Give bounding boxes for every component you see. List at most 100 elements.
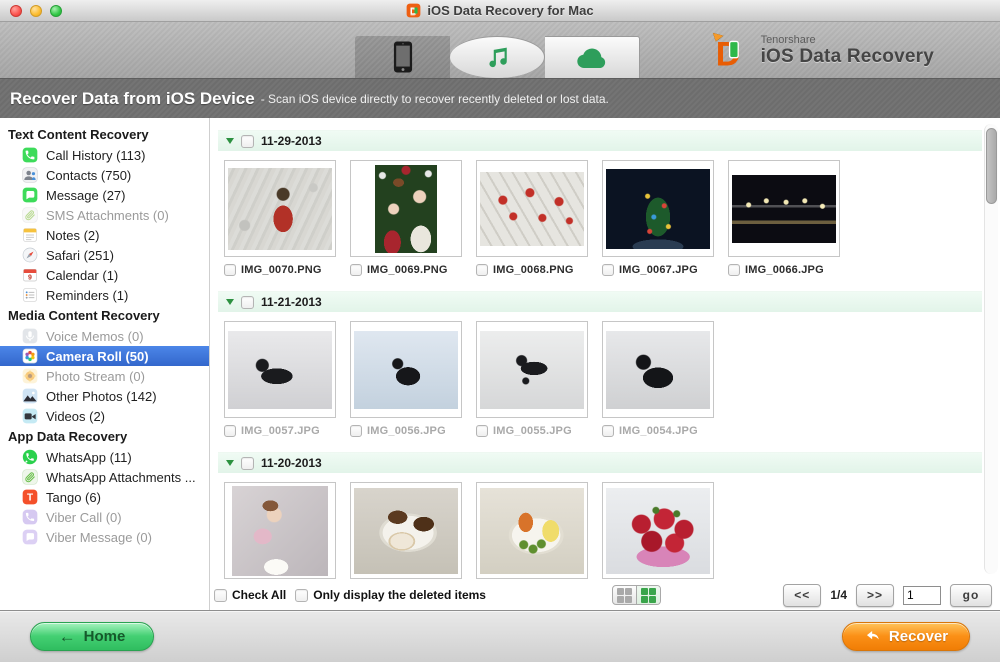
sidebar-section-title: Text Content Recovery xyxy=(0,124,209,145)
sidebar-item-label: Videos (2) xyxy=(46,409,105,424)
sidebar-item-viber-call[interactable]: Viber Call (0) xyxy=(0,507,209,527)
svg-text:T: T xyxy=(27,493,33,504)
iphone-icon xyxy=(393,40,413,74)
photo-christmas-tree-lights-night xyxy=(606,169,710,249)
sidebar-item-message[interactable]: Message (27) xyxy=(0,185,209,205)
sidebar-item-viber-message[interactable]: Viber Message (0) xyxy=(0,527,209,547)
grid-view-button[interactable] xyxy=(636,586,660,604)
sidebar-item-other-photos[interactable]: Other Photos (142) xyxy=(0,386,209,406)
photo-checkbox[interactable] xyxy=(476,264,488,276)
close-button[interactable] xyxy=(10,5,22,17)
chevron-down-icon[interactable] xyxy=(226,460,234,466)
prev-page-button[interactable]: << xyxy=(783,584,821,607)
sidebar-item-reminders[interactable]: Reminders (1) xyxy=(0,285,209,305)
photo-two-kids-by-christmas-tree xyxy=(375,165,437,253)
bottom-bar: Check All Only display the deleted items… xyxy=(0,580,1000,610)
photo-checkbox[interactable] xyxy=(602,264,614,276)
photo-thumbnail[interactable] xyxy=(224,482,336,579)
photo-thumbnail[interactable] xyxy=(476,482,588,579)
sidebar-item-label: Call History (113) xyxy=(46,148,145,163)
arrow-left-icon: ← xyxy=(59,628,76,645)
minimize-button[interactable] xyxy=(30,5,42,17)
next-page-button[interactable]: >> xyxy=(856,584,894,607)
photo-thumbnail[interactable] xyxy=(224,160,336,257)
viber-call-icon xyxy=(22,509,38,525)
photo-checkbox[interactable] xyxy=(224,264,236,276)
photo-black-dog-running-in-snow xyxy=(480,331,584,409)
chevron-down-icon[interactable] xyxy=(226,299,234,305)
photo-vegetable-and-cheese-platter xyxy=(480,488,584,574)
photo-thumbnail[interactable] xyxy=(350,321,462,418)
date-group-checkbox[interactable] xyxy=(241,457,254,470)
deleted-filter-checkbox[interactable] xyxy=(295,589,308,602)
date-group-header[interactable]: 11-21-2013 xyxy=(218,291,982,312)
sidebar-item-photo-stream[interactable]: Photo Stream (0) xyxy=(0,366,209,386)
photo-checkbox[interactable] xyxy=(476,425,488,437)
recover-button[interactable]: Recover xyxy=(842,622,970,651)
photo-thumbnail[interactable] xyxy=(476,160,588,257)
tab-device-scan[interactable] xyxy=(355,36,450,78)
photo-checkbox[interactable] xyxy=(728,264,740,276)
sidebar-item-notes[interactable]: Notes (2) xyxy=(0,225,209,245)
date-group-header[interactable]: 11-29-2013 xyxy=(218,130,982,151)
sidebar-item-voice-memos[interactable]: Voice Memos (0) xyxy=(0,326,209,346)
list-view-button[interactable] xyxy=(613,586,636,604)
photo-thumbnail[interactable] xyxy=(224,321,336,418)
photo-filename: IMG_0067.JPG xyxy=(619,264,698,276)
scrollbar-track[interactable] xyxy=(984,124,998,574)
scrollbar-thumb[interactable] xyxy=(986,128,997,204)
photo-thumbnail[interactable] xyxy=(602,160,714,257)
photo-thumbnail[interactable] xyxy=(728,160,840,257)
sidebar-item-label: Reminders (1) xyxy=(46,288,128,303)
photo-cell: IMG_0068.PNG xyxy=(476,160,588,279)
date-group-checkbox[interactable] xyxy=(241,296,254,309)
mode-tabs xyxy=(355,36,640,78)
other-photos-icon xyxy=(22,388,38,404)
photo-checkbox[interactable] xyxy=(602,425,614,437)
page-banner: Recover Data from iOS Device - Scan iOS … xyxy=(0,78,1000,118)
sidebar-item-label: Tango (6) xyxy=(46,490,101,505)
photo-checkbox[interactable] xyxy=(350,264,362,276)
tab-icloud-backup[interactable] xyxy=(545,36,640,78)
home-button[interactable]: ← Home xyxy=(30,622,154,651)
sidebar-item-camera-roll[interactable]: Camera Roll (50) xyxy=(0,346,209,366)
sidebar-item-tango[interactable]: T Tango (6) xyxy=(0,487,209,507)
photo-thumbnail[interactable] xyxy=(602,482,714,579)
sidebar-item-sms-attachments[interactable]: SMS Attachments (0) xyxy=(0,205,209,225)
sidebar-item-calendar[interactable]: 9Calendar (1) xyxy=(0,265,209,285)
photo-thumbnail[interactable] xyxy=(602,321,714,418)
sidebar-item-contacts[interactable]: Contacts (750) xyxy=(0,165,209,185)
date-group-header[interactable]: 11-20-2013 xyxy=(218,452,982,473)
toolbar: D Tenorshare iOS Data Recovery xyxy=(0,22,1000,78)
check-all-checkbox[interactable] xyxy=(214,589,227,602)
whatsapp-attachments-icon xyxy=(22,469,38,485)
sidebar-item-whatsapp[interactable]: WhatsApp (11) xyxy=(0,447,209,467)
page-number-input[interactable] xyxy=(903,586,941,605)
date-group-checkbox[interactable] xyxy=(241,135,254,148)
sidebar-item-label: Viber Call (0) xyxy=(46,510,122,525)
photo-cell xyxy=(350,482,462,579)
photo-file-row: IMG_0066.JPG xyxy=(728,261,840,279)
photo-thumbnail[interactable] xyxy=(350,482,462,579)
photo-cell: IMG_0054.JPG xyxy=(602,321,714,440)
photo-checkbox[interactable] xyxy=(224,425,236,437)
tab-itunes-backup[interactable] xyxy=(450,36,545,78)
music-note-icon xyxy=(484,45,510,71)
photo-checkbox[interactable] xyxy=(350,425,362,437)
sidebar-item-safari[interactable]: Safari (251) xyxy=(0,245,209,265)
sidebar-item-whatsapp-attachments-[interactable]: WhatsApp Attachments ... xyxy=(0,467,209,487)
photo-baby-in-highchair-with-cake xyxy=(232,486,328,576)
zoom-button[interactable] xyxy=(50,5,62,17)
chevron-down-icon[interactable] xyxy=(226,138,234,144)
photo-black-dog-closeup-in-snow xyxy=(606,331,710,409)
photo-thumbnail[interactable] xyxy=(476,321,588,418)
sidebar-item-label: Photo Stream (0) xyxy=(46,369,145,384)
photo-thumbnail[interactable] xyxy=(350,160,462,257)
date-label: 11-21-2013 xyxy=(261,295,322,309)
photo-chocolate-cookies-on-plate xyxy=(354,488,458,574)
go-button[interactable]: go xyxy=(950,584,992,607)
photo-filename: IMG_0068.PNG xyxy=(493,264,574,276)
sidebar-item-videos[interactable]: Videos (2) xyxy=(0,406,209,426)
calendar-icon: 9 xyxy=(22,267,38,283)
sidebar-item-call-history[interactable]: Call History (113) xyxy=(0,145,209,165)
